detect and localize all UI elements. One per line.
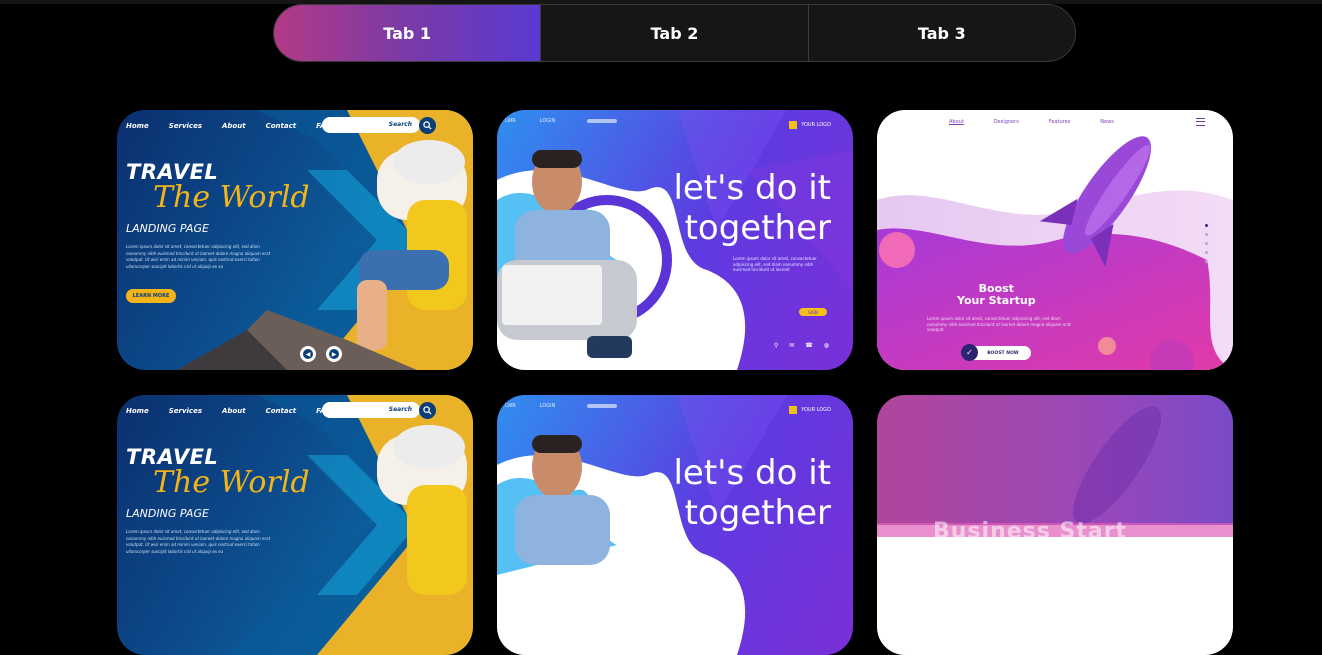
startup-body: Lorem ipsum dolor sit amet, consectetuer… (927, 316, 1071, 332)
headline-line-2: together (684, 208, 831, 248)
nav-login[interactable]: LOGIN (540, 118, 556, 124)
slide-dot[interactable] (1205, 233, 1208, 236)
nav-login[interactable]: LOGIN (540, 403, 556, 409)
check-icon: ✓ (961, 344, 978, 361)
travel-subtitle: LANDING PAGE (126, 222, 209, 235)
nav-about[interactable]: About (222, 407, 246, 415)
tab-2[interactable]: Tab 2 (540, 5, 807, 61)
globe-icon[interactable]: ◍ (824, 342, 829, 349)
business-startup-template-card[interactable]: Business Start (877, 395, 1233, 655)
nav-indicator (587, 119, 617, 123)
together-template-card[interactable]: LWR LOGIN YOUR LOGO let's do it together… (497, 110, 853, 370)
learn-more-button[interactable]: LEARN MORE (126, 289, 176, 303)
slide-dots (1205, 224, 1208, 263)
headline-line-1: let's do it (673, 168, 831, 208)
travel-template-card[interactable]: Home Services About Contact FAQ Search T… (117, 395, 473, 655)
travel-subtitle: LANDING PAGE (126, 507, 209, 520)
nav-contact[interactable]: Contact (266, 407, 297, 415)
travel-nav: Home Services About Contact FAQ (126, 122, 331, 130)
search-input[interactable]: Search (322, 117, 420, 133)
startup-template-card[interactable]: About Designers Features News Boost Your… (877, 110, 1233, 370)
location-icon[interactable]: ⚲ (774, 342, 778, 349)
chevron-right-icon: ▶ (329, 349, 339, 359)
travel-template-card[interactable]: Home Services About Contact FAQ Search T… (117, 110, 473, 370)
travel-nav: Home Services About Contact FAQ (126, 407, 331, 415)
tab-1[interactable]: Tab 1 (274, 5, 541, 61)
menu-icon[interactable] (1196, 118, 1205, 126)
social-icons: ⚲ ✉ ☎ ◍ (774, 342, 829, 349)
search-label: Search (388, 406, 412, 413)
travel-body: Lorem ipsum dolor sit amet, consectetuer… (126, 244, 271, 269)
nav-designers[interactable]: Designers (994, 119, 1019, 125)
startup-nav: About Designers Features News (949, 119, 1114, 125)
logo: YOUR LOGO (789, 406, 831, 414)
nav-services[interactable]: Services (169, 407, 202, 415)
nav-news[interactable]: News (1100, 119, 1114, 125)
mail-icon[interactable]: ✉ (789, 342, 794, 349)
logo-text: YOUR LOGO (801, 122, 831, 128)
tab-bar: Tab 1 Tab 2 Tab 3 (273, 4, 1076, 62)
nav-lwr[interactable]: LWR (505, 403, 516, 409)
travel-script-title: The World (153, 180, 310, 215)
travel-background-art (227, 395, 473, 655)
travel-background-art (177, 110, 473, 370)
next-arrow-button[interactable]: ▶ (326, 346, 342, 362)
logo-icon (789, 121, 798, 129)
together-template-card[interactable]: LWR LOGIN YOUR LOGO let's do it together (497, 395, 853, 655)
chevron-left-icon: ◀ (303, 349, 313, 359)
together-headline: let's do it together (673, 453, 831, 533)
search-icon[interactable] (419, 402, 436, 419)
headline-line-1: let's do it (673, 453, 831, 493)
nav-indicator (587, 404, 617, 408)
nav-features[interactable]: Features (1049, 119, 1071, 125)
search-label: Search (388, 121, 412, 128)
logo-text: YOUR LOGO (801, 407, 831, 413)
nav-contact[interactable]: Contact (266, 122, 297, 130)
search-icon[interactable] (419, 117, 436, 134)
together-nav: LWR LOGIN (505, 118, 555, 124)
headline-line-2: Your Startup (957, 294, 1036, 307)
travel-body: Lorem ipsum dolor sit amet, consectetuer… (126, 529, 271, 554)
together-nav: LWR LOGIN (505, 403, 555, 409)
slide-dot[interactable] (1205, 242, 1208, 245)
logo-icon (789, 406, 798, 414)
search-input[interactable]: Search (322, 402, 420, 418)
business-startup-title: Business Start (933, 519, 1128, 544)
nav-services[interactable]: Services (169, 122, 202, 130)
sign-button[interactable]: SIGN (799, 308, 827, 316)
slide-dot[interactable] (1205, 224, 1208, 227)
slide-dot[interactable] (1205, 260, 1208, 263)
slide-dot[interactable] (1205, 251, 1208, 254)
nav-about[interactable]: About (949, 119, 964, 125)
startup-headline: Boost Your Startup (957, 283, 1036, 307)
prev-arrow-button[interactable]: ◀ (300, 346, 316, 362)
nav-about[interactable]: About (222, 122, 246, 130)
nav-home[interactable]: Home (126, 122, 149, 130)
nav-home[interactable]: Home (126, 407, 149, 415)
logo: YOUR LOGO (789, 121, 831, 129)
phone-icon[interactable]: ☎ (805, 342, 812, 349)
together-headline: let's do it together (673, 168, 831, 248)
tab-3[interactable]: Tab 3 (807, 5, 1075, 61)
headline-line-2: together (684, 493, 831, 533)
travel-script-title: The World (153, 465, 310, 500)
nav-lwr[interactable]: LWR (505, 118, 516, 124)
together-body: Lorem ipsum dolor sit amet, consectetuer… (733, 256, 817, 272)
